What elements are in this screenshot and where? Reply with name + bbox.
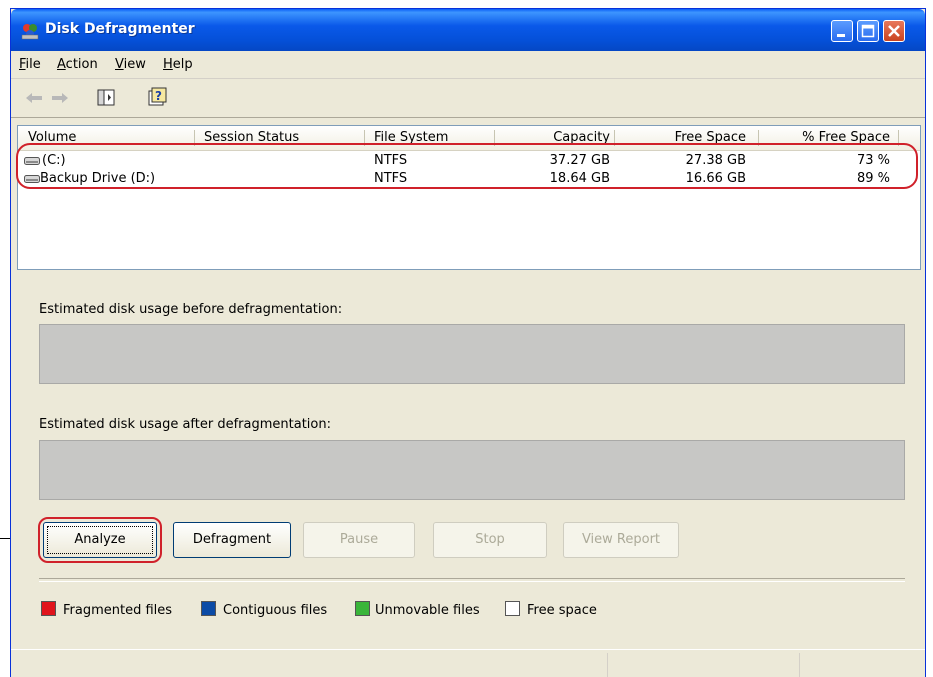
show-hide-tree-icon[interactable] <box>97 89 115 107</box>
minimize-button[interactable] <box>831 20 853 42</box>
defragmenter-app-icon <box>21 24 39 40</box>
view-report-button[interactable]: View Report <box>563 522 679 558</box>
file-system: NTFS <box>374 153 408 168</box>
legend-free-space: Free space <box>527 603 597 618</box>
menu-help-label: elp <box>172 57 193 72</box>
help-icon[interactable]: ? <box>147 87 167 107</box>
unmovable-swatch <box>355 601 370 616</box>
back-arrow-icon[interactable] <box>25 92 43 104</box>
column-session-status[interactable]: Session Status <box>204 130 299 145</box>
percent-free-space: 73 % <box>856 153 890 168</box>
column-separator[interactable] <box>194 130 195 146</box>
menu-view[interactable]: View <box>115 57 146 72</box>
drive-icon <box>24 175 40 183</box>
free-space: 16.66 GB <box>685 171 746 186</box>
menu-file-label: ile <box>25 57 41 72</box>
legend-unmovable: Unmovable files <box>375 603 480 618</box>
disk-defragmenter-window: Disk Defragmenter File Action View Help <box>10 8 926 677</box>
column-free-space[interactable]: Free Space <box>624 130 746 145</box>
toolbar: ? <box>11 79 925 118</box>
column-separator[interactable] <box>614 130 615 146</box>
focus-rect <box>47 526 153 554</box>
legend-contiguous: Contiguous files <box>223 603 328 618</box>
menu-action[interactable]: Action <box>57 57 98 72</box>
analyze-button[interactable]: Analyze <box>43 522 157 558</box>
status-separator <box>607 653 608 677</box>
menu-action-label: ction <box>65 57 98 72</box>
forward-arrow-icon[interactable] <box>51 92 69 104</box>
percent-free-space: 89 % <box>856 171 890 186</box>
column-capacity[interactable]: Capacity <box>504 130 610 145</box>
after-usage-label: Estimated disk usage after defragmentati… <box>39 417 331 432</box>
free-space-swatch <box>505 601 520 616</box>
pause-button-label: Pause <box>339 532 379 547</box>
column-separator[interactable] <box>364 130 365 146</box>
close-button[interactable] <box>883 20 905 42</box>
after-usage-bar <box>39 440 905 500</box>
window-title: Disk Defragmenter <box>45 21 195 37</box>
menu-view-label: iew <box>123 57 146 72</box>
capacity: 18.64 GB <box>549 171 610 186</box>
legend-fragmented: Fragmented files <box>63 603 173 618</box>
defragment-button-label: Defragment <box>192 532 272 547</box>
volume-name: (C:) <box>42 153 66 168</box>
file-system: NTFS <box>374 171 408 186</box>
before-usage-bar <box>39 324 905 384</box>
drive-icon <box>24 157 40 165</box>
maximize-icon <box>861 24 875 38</box>
pause-button[interactable]: Pause <box>303 522 415 558</box>
column-file-system[interactable]: File System <box>374 130 448 145</box>
menu-file[interactable]: File <box>19 57 41 72</box>
close-icon <box>888 25 900 37</box>
menu-bar: File Action View Help <box>11 51 925 79</box>
minimize-icon <box>837 34 845 37</box>
title-bar[interactable]: Disk Defragmenter <box>11 9 925 51</box>
column-separator[interactable] <box>898 130 899 146</box>
defragment-button[interactable]: Defragment <box>173 522 291 558</box>
volume-list-header: Volume Session Status File System Capaci… <box>18 126 920 151</box>
menu-view-accel: V <box>115 57 124 72</box>
menu-action-accel: A <box>57 57 66 72</box>
svg-text:?: ? <box>155 89 162 103</box>
free-space: 27.38 GB <box>685 153 746 168</box>
view-report-button-label: View Report <box>581 532 661 547</box>
column-separator[interactable] <box>758 130 759 146</box>
capacity: 37.27 GB <box>549 153 610 168</box>
volume-list[interactable]: Volume Session Status File System Capaci… <box>17 125 921 270</box>
menu-help-accel: H <box>163 57 173 72</box>
contiguous-swatch <box>201 601 216 616</box>
before-usage-label: Estimated disk usage before defragmentat… <box>39 302 343 317</box>
column-percent-free-space[interactable]: % Free Space <box>768 130 890 145</box>
status-separator <box>799 653 800 677</box>
maximize-button[interactable] <box>857 20 879 42</box>
column-volume[interactable]: Volume <box>28 130 76 145</box>
divider <box>39 578 905 582</box>
menu-help[interactable]: Help <box>163 57 193 72</box>
column-separator[interactable] <box>494 130 495 146</box>
status-bar <box>11 649 925 677</box>
stop-button-label: Stop <box>475 532 505 547</box>
volume-name: Backup Drive (D:) <box>40 171 156 186</box>
stop-button[interactable]: Stop <box>433 522 547 558</box>
fragmented-swatch <box>41 601 56 616</box>
volume-row-c[interactable]: (C:) NTFS 37.27 GB 27.38 GB 73 % <box>18 152 920 170</box>
volume-row-d[interactable]: Backup Drive (D:) NTFS 18.64 GB 16.66 GB… <box>18 170 920 188</box>
